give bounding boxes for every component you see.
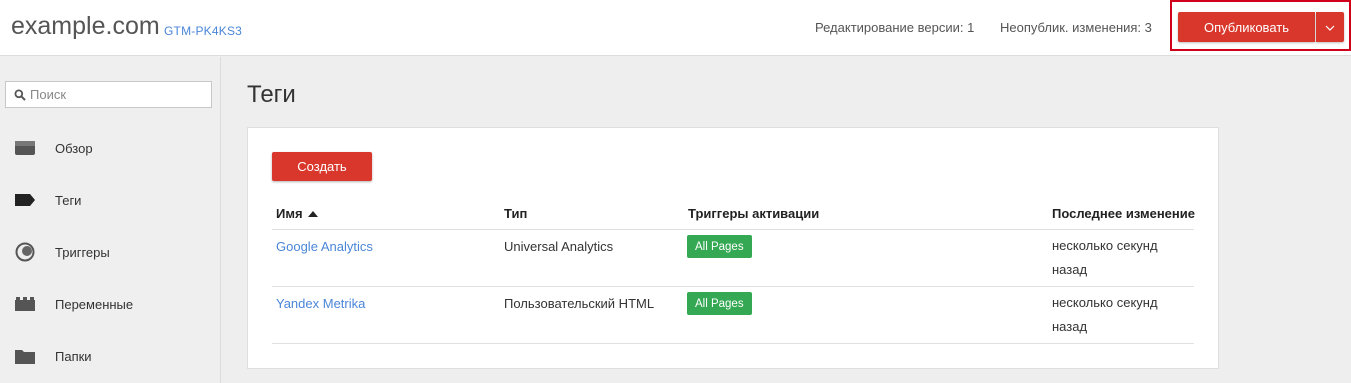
sidebar-item-label: Теги: [55, 192, 82, 208]
search-icon: [14, 89, 26, 101]
sidebar-item-label: Триггеры: [55, 244, 110, 260]
chevron-down-icon: [1325, 18, 1335, 36]
sidebar-item-label: Переменные: [55, 296, 134, 312]
sidebar-item-folders[interactable]: Папки: [0, 341, 221, 371]
tag-name-link[interactable]: Google Analytics: [276, 239, 373, 254]
last-changed-line: назад: [1052, 262, 1088, 277]
variables-icon: [15, 296, 35, 312]
top-bar: example.com GTM-PK4KS3 Редактирование ве…: [0, 0, 1351, 56]
publish-dropdown-button[interactable]: [1316, 12, 1344, 42]
tag-type: Пользовательский HTML: [504, 296, 655, 311]
create-button[interactable]: Создать: [272, 152, 372, 181]
version-editing-label[interactable]: Редактирование версии: 1: [815, 20, 974, 35]
tag-type: Universal Analytics: [504, 239, 614, 254]
last-changed: несколько секунд назад: [1052, 291, 1192, 339]
unpublished-changes-label[interactable]: Неопублик. изменения: 3: [1000, 20, 1152, 35]
column-header-name[interactable]: Имя: [276, 206, 318, 221]
last-changed: несколько секунд назад: [1052, 234, 1192, 282]
search-input[interactable]: Поиск: [5, 81, 212, 108]
overview-icon: [15, 140, 35, 156]
column-header-label: Имя: [276, 206, 303, 221]
site-name: example.com: [11, 12, 160, 40]
column-header-triggers[interactable]: Триггеры активации: [688, 206, 819, 221]
column-header-type[interactable]: Тип: [504, 206, 527, 221]
divider: [272, 229, 1194, 230]
column-header-last-changed[interactable]: Последнее изменение: [1052, 206, 1195, 221]
trigger-badge[interactable]: All Pages: [687, 235, 752, 258]
folder-icon: [15, 348, 35, 364]
publish-button[interactable]: Опубликовать: [1178, 12, 1315, 42]
sidebar-item-overview[interactable]: Обзор: [0, 133, 221, 163]
divider: [272, 343, 1194, 344]
last-changed-line: несколько секунд: [1052, 295, 1158, 310]
last-changed-line: назад: [1052, 319, 1088, 334]
sidebar-item-tags[interactable]: Теги: [0, 185, 221, 215]
page-title: Теги: [247, 81, 296, 108]
tag-name-link[interactable]: Yandex Metrika: [276, 296, 365, 311]
sidebar-item-label: Папки: [55, 348, 92, 364]
tag-icon: [15, 192, 35, 208]
sort-ascending-icon: [307, 210, 318, 217]
sidebar-item-variables[interactable]: Переменные: [0, 289, 221, 319]
sidebar-item-triggers[interactable]: Триггеры: [0, 237, 221, 267]
search-placeholder: Поиск: [30, 87, 67, 102]
container-id-link[interactable]: GTM-PK4KS3: [164, 24, 242, 38]
last-changed-line: несколько секунд: [1052, 238, 1158, 253]
trigger-icon: [15, 242, 35, 262]
trigger-badge[interactable]: All Pages: [687, 292, 752, 315]
divider: [272, 286, 1194, 287]
sidebar-item-label: Обзор: [55, 140, 93, 156]
